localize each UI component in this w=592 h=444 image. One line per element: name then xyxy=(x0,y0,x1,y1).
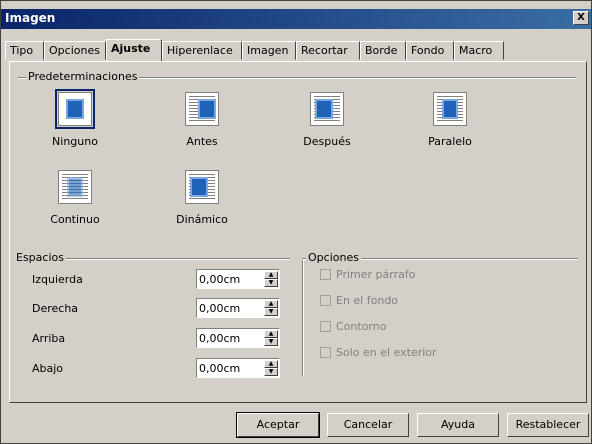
left-spinbox[interactable]: ▲▼ xyxy=(196,269,280,289)
help-button[interactable]: Ayuda xyxy=(417,413,499,437)
tab-borde[interactable]: Borde xyxy=(360,41,406,60)
preset-paralelo[interactable]: Paralelo xyxy=(415,92,485,148)
dialog-window: Imagen X Tipo Opciones Ajuste Hiperenlac… xyxy=(0,0,592,444)
wrap-parallel-icon xyxy=(433,92,467,126)
preset-despues[interactable]: Después xyxy=(292,92,362,148)
tab-recortar[interactable]: Recortar xyxy=(296,41,360,60)
preset-dinamico-label: Dinámico xyxy=(176,213,228,226)
wrap-before-icon xyxy=(185,92,219,126)
wrap-dynamic-icon xyxy=(185,170,219,204)
first-paragraph-checkbox[interactable]: Primer párrafo xyxy=(320,268,415,281)
close-icon: X xyxy=(577,12,585,23)
preset-despues-label: Después xyxy=(303,135,351,148)
bottom-label: Abajo xyxy=(32,362,64,375)
right-spinbox[interactable]: ▲▼ xyxy=(196,298,280,318)
contour-checkbox[interactable]: Contorno xyxy=(320,320,386,333)
tab-hiperenlace[interactable]: Hiperenlace xyxy=(162,41,242,60)
tab-macro[interactable]: Macro xyxy=(454,41,504,60)
top-strip xyxy=(1,1,591,9)
top-label: Arriba xyxy=(32,332,66,345)
outside-only-checkbox[interactable]: Solo en el exterior xyxy=(320,346,437,359)
preset-continuo-label: Continuo xyxy=(50,213,100,226)
tab-tipo[interactable]: Tipo xyxy=(5,41,44,60)
left-input[interactable] xyxy=(199,271,259,287)
spacing-title: Espacios xyxy=(14,251,66,264)
up-arrow-icon[interactable]: ▲ xyxy=(264,271,278,279)
right-input[interactable] xyxy=(199,300,259,316)
tab-fondo[interactable]: Fondo xyxy=(406,41,454,60)
tab-panel: Predeterminaciones Ninguno Antes Después xyxy=(9,61,587,403)
tab-opciones[interactable]: Opciones xyxy=(44,41,106,60)
close-button[interactable]: X xyxy=(573,11,589,25)
contour-label: Contorno xyxy=(336,320,387,333)
down-arrow-icon[interactable]: ▼ xyxy=(264,368,278,376)
wrap-through-icon xyxy=(58,170,92,204)
background-label: En el fondo xyxy=(336,294,399,307)
bottom-input[interactable] xyxy=(199,360,259,376)
down-arrow-icon[interactable]: ▼ xyxy=(264,279,278,287)
right-label: Derecha xyxy=(32,302,79,315)
window-title: Imagen xyxy=(5,11,56,25)
preset-paralelo-label: Paralelo xyxy=(428,135,472,148)
up-arrow-icon[interactable]: ▲ xyxy=(264,300,278,308)
ok-button[interactable]: Aceptar xyxy=(236,412,320,438)
cancel-button[interactable]: Cancelar xyxy=(327,413,409,437)
options-title: Opciones xyxy=(306,251,361,264)
bottom-spinbox[interactable]: ▲▼ xyxy=(196,358,280,378)
background-checkbox[interactable]: En el fondo xyxy=(320,294,398,307)
preset-antes-label: Antes xyxy=(186,135,218,148)
down-arrow-icon[interactable]: ▼ xyxy=(264,308,278,316)
preset-antes[interactable]: Antes xyxy=(167,92,237,148)
preset-ninguno-label: Ninguno xyxy=(52,135,98,148)
preset-continuo[interactable]: Continuo xyxy=(40,170,110,226)
reset-button[interactable]: Restablecer xyxy=(507,413,589,437)
options-vertical-divider xyxy=(302,258,304,376)
wrap-after-icon xyxy=(310,92,344,126)
preset-dinamico[interactable]: Dinámico xyxy=(167,170,237,226)
top-input[interactable] xyxy=(199,330,259,346)
down-arrow-icon[interactable]: ▼ xyxy=(264,338,278,346)
title-bar[interactable]: Imagen X xyxy=(1,9,591,29)
tab-ajuste[interactable]: Ajuste xyxy=(106,39,162,61)
first-paragraph-label: Primer párrafo xyxy=(336,268,416,281)
left-label: Izquierda xyxy=(32,273,83,286)
top-spinbox[interactable]: ▲▼ xyxy=(196,328,280,348)
outside-only-label: Solo en el exterior xyxy=(336,346,437,359)
preset-ninguno[interactable]: Ninguno xyxy=(40,89,110,148)
up-arrow-icon[interactable]: ▲ xyxy=(264,330,278,338)
presets-title: Predeterminaciones xyxy=(26,70,140,83)
wrap-none-icon xyxy=(55,89,95,129)
tab-imagen[interactable]: Imagen xyxy=(242,41,296,60)
up-arrow-icon[interactable]: ▲ xyxy=(264,360,278,368)
